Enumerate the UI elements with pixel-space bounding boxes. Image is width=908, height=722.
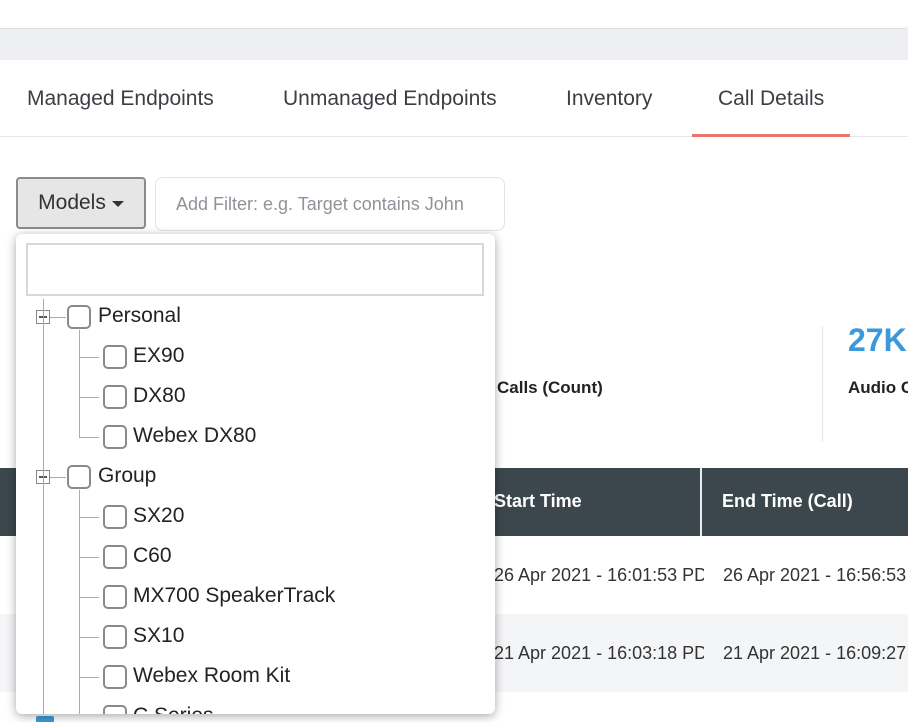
models-dropdown-panel: Personal EX90 DX80 Webex DX80 Group SX20 C60 MX… [16,234,495,714]
add-filter-input[interactable] [155,177,505,231]
model-item-sx10: SX10 [133,624,185,647]
stat-divider [822,326,823,442]
tree-connector [50,317,66,318]
model-item-webex-dx80: Webex DX80 [133,424,257,447]
caret-down-icon [111,201,124,207]
tree-connector [79,597,99,598]
top-card [0,0,908,29]
model-item-c60: C60 [133,544,172,567]
checkbox-personal[interactable] [67,305,91,329]
start-time-cell: 26 Apr 2021 - 16:01:53 PDT [494,565,704,585]
models-dropdown-button[interactable]: Models [16,177,146,229]
tree-connector [79,357,99,358]
tree-connector [79,437,99,438]
models-button-label: Models [38,191,106,214]
tree-connector [79,557,99,558]
tree-connector [50,477,66,478]
model-item-c-series: C Series [133,704,214,714]
group-label-group: Group [98,464,157,487]
tree-connector [79,637,99,638]
tab-call-details[interactable]: Call Details [691,60,851,137]
checkbox-sx10[interactable] [103,625,127,649]
model-item-dx80: DX80 [133,384,186,407]
column-header-end-time[interactable]: End Time (Call) [722,468,908,536]
checkbox-c-series[interactable] [103,705,127,714]
model-item-sx20: SX20 [133,504,185,527]
checkbox-ex90[interactable] [103,345,127,369]
tab-bar: Managed Endpoints Unmanaged Endpoints In… [0,60,908,137]
model-item-webex-room-kit: Webex Room Kit [133,664,291,687]
start-time-cell: 21 Apr 2021 - 16:03:18 PDT [494,643,704,663]
audio-calls-value: 27K [848,322,907,358]
checkbox-sx20[interactable] [103,505,127,529]
tree-connector [79,490,80,714]
column-divider [700,468,702,536]
model-item-ex90: EX90 [133,344,185,367]
checkbox-mx700-speakertrack[interactable] [103,585,127,609]
end-time-cell: 21 Apr 2021 - 16:09:27 [723,643,907,663]
tab-unmanaged-endpoints[interactable]: Unmanaged Endpoints [283,60,497,136]
end-time-cell: 26 Apr 2021 - 16:56:53 [723,565,907,585]
models-tree: Personal EX90 DX80 Webex DX80 Group SX20 C60 MX… [16,234,495,714]
tab-managed-endpoints[interactable]: Managed Endpoints [27,60,214,136]
checkbox-webex-dx80[interactable] [103,425,127,449]
checkbox-webex-room-kit[interactable] [103,665,127,689]
group-label-personal: Personal [98,304,181,327]
tab-inventory[interactable]: Inventory [566,60,652,136]
tree-connector [79,330,80,437]
tree-connector [79,397,99,398]
model-item-mx700-speakertrack: MX700 SpeakerTrack [133,584,336,607]
tree-connector [43,299,44,714]
tree-connector [79,517,99,518]
calls-count-label: Calls (Count) [497,378,603,397]
tree-connector [79,677,99,678]
row-checkbox-partial[interactable] [36,716,54,722]
checkbox-c60[interactable] [103,545,127,569]
checkbox-dx80[interactable] [103,385,127,409]
checkbox-group[interactable] [67,465,91,489]
audio-calls-label: Audio C [848,378,908,397]
column-header-start-time[interactable]: Start Time [494,468,694,536]
